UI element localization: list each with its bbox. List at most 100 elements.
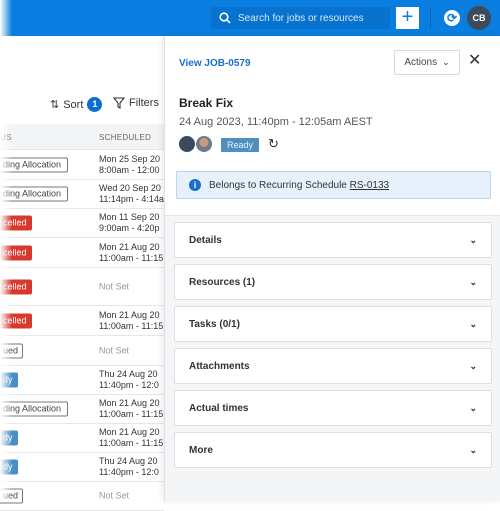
avatar[interactable]: CB [467,6,491,30]
table-row[interactable]: celled Mon 21 Aug 20 11:00am - 11:15 [0,306,164,336]
chevron-down-icon: ⌄ [469,276,477,287]
edge-fade [0,0,12,501]
sort-label: Sort [63,98,84,111]
table-row[interactable]: dy Thu 24 Aug 2011:40pm - 12:0 [0,366,164,395]
scheduled-date: Mon 11 Sep 20 [99,212,160,222]
scheduled-cell: Not Set [99,491,164,502]
accordion-label: Resources (1) [189,276,256,288]
accordion-label: Attachments [189,360,250,372]
scheduled-date: Thu 24 Aug 20 [99,456,158,466]
scheduled-cell: Mon 21 Aug 20 11:00am - 11:15 [99,427,164,449]
scheduled-time: 11:40pm - 12:0 [99,467,159,477]
scheduled-time: 11:00am - 11:15 [99,409,164,419]
table-row[interactable]: celled Not Set [0,268,164,306]
accordion-tasks[interactable]: Tasks (0/1) ⌄ [174,306,492,342]
chevron-down-icon: ⌄ [469,360,477,371]
search-input[interactable]: Search for jobs or resources [211,7,390,29]
scheduled-cell: Not Set [99,345,164,356]
chevron-down-icon: ⌄ [469,318,477,329]
scheduled-cell: Mon 25 Sep 20 8:00am - 12:00 [99,154,164,176]
accordion-attachments[interactable]: Attachments ⌄ [174,348,492,384]
search-placeholder: Search for jobs or resources [238,12,364,24]
table-row[interactable]: ued Not Set [0,336,164,366]
scheduled-time: 11:14pm - 4:14a [99,194,164,204]
table-row[interactable]: dy Thu 24 Aug 2011:40pm - 12:0 [0,453,164,482]
chevron-down-icon: ⌄ [442,57,450,67]
scheduled-time: 11:00am - 11:15 [99,252,164,263]
divider [430,7,431,29]
avatar [196,136,212,152]
scheduled-cell: Not Set [99,281,164,292]
scheduled-time: 11:40pm - 12:0 [99,380,159,390]
status-badge: Ready [221,138,260,152]
accordion-more[interactable]: More ⌄ [174,432,492,468]
actions-dropdown[interactable]: Actions ⌄ [394,50,460,75]
scheduled-date: Mon 21 Aug 20 [99,309,160,320]
filters-label: Filters [129,97,159,109]
scheduled-time: 11:00am - 11:15 [99,320,164,331]
table-header: US SCHEDULED [0,124,164,150]
scheduled-cell: Thu 24 Aug 20 11:40pm - 12:0 [99,369,164,391]
table-row[interactable]: ding Allocation Mon 25 Sep 20 8:00am - 12… [0,151,164,180]
scheduled-time: 8:00am - 12:00 [99,165,160,175]
add-button[interactable]: + [396,7,419,29]
job-title: Break Fix [179,96,234,110]
table-row[interactable]: ding Allocation Wed 20 Sep 20 11:14pm - 4… [0,180,164,209]
scheduled-cell: Wed 20 Sep 20 11:14pm - 4:14a [99,183,164,205]
laptop-icon [179,136,195,152]
accordion-resources[interactable]: Resources (1) ⌄ [174,264,492,300]
sort-icon: ⇅ [50,99,60,111]
table-row[interactable]: celled Mon 21 Aug 20 11:00am - 11:15 [0,238,164,268]
job-detail-panel: View JOB-0579 Actions ⌄ ✕ Break Fix 24 Au… [164,36,500,501]
close-icon[interactable]: ✕ [468,50,481,70]
scheduled-date: Not Set [99,345,130,355]
scheduled-date: Not Set [99,281,130,291]
resource-avatars [179,136,212,152]
accordion-list: Details ⌄ Resources (1) ⌄ Tasks (0/1) ⌄ Attach… [165,215,500,501]
scheduled-date: Mon 21 Aug 20 [99,398,160,408]
accordion-label: Tasks (0/1) [189,318,240,330]
job-date: 24 Aug 2023, 11:40pm - 12:05am AEST [179,116,373,128]
accordion-actual-times[interactable]: Actual times ⌄ [174,390,492,426]
chevron-down-icon: ⌄ [469,402,477,413]
actions-label: Actions [404,57,438,68]
scheduled-cell: Mon 21 Aug 20 11:00am - 11:15 [99,310,164,332]
sort-count-badge: 1 [87,97,103,112]
recurring-info-banner: i Belongs to Recurring Schedule RS-0133 [176,171,491,199]
search-icon [219,12,231,24]
scheduled-time: 9:00am - 4:20p [99,223,160,233]
info-text: Belongs to Recurring Schedule [209,179,350,191]
sync-icon[interactable]: ⟳ [444,10,460,26]
chevron-down-icon: ⌄ [469,234,477,245]
accordion-details[interactable]: Details ⌄ [174,222,492,258]
scheduled-date: Thu 24 Aug 20 [99,369,158,379]
table-row[interactable]: ued Not Set [0,482,164,511]
scheduled-date: Mon 21 Aug 20 [99,241,160,252]
scheduled-time: 11:00am - 11:15 [99,438,164,448]
plus-icon: + [401,6,414,28]
filter-icon [113,97,125,109]
table-row[interactable]: dy Mon 21 Aug 2011:00am - 11:15 [0,424,164,453]
top-bar: Search for jobs or resources + ⟳ CB [0,0,500,36]
accordion-label: Actual times [189,402,249,414]
scheduled-cell: Mon 21 Aug 20 11:00am - 11:15 [99,242,164,264]
table-row[interactable]: ding Allocation Mon 21 Aug 20 11:00am - 1… [0,395,164,424]
scheduled-cell: Mon 21 Aug 20 11:00am - 11:15 [99,398,164,420]
scheduled-date: Mon 25 Sep 20 [99,154,161,164]
info-icon: i [189,179,201,191]
sort-button[interactable]: ⇅ Sort 1 [50,97,103,112]
view-job-link[interactable]: View JOB-0579 [179,58,251,69]
column-scheduled[interactable]: SCHEDULED [99,133,151,142]
accordion-label: Details [189,234,222,246]
scheduled-cell: Thu 24 Aug 20 11:40pm - 12:0 [99,456,164,478]
scheduled-date: Mon 21 Aug 20 [99,427,160,437]
scheduled-cell: Mon 11 Sep 20 9:00am - 4:20p [99,212,164,234]
chevron-down-icon: ⌄ [469,444,477,455]
recurring-schedule-link[interactable]: RS-0133 [350,180,389,191]
accordion-label: More [189,444,213,456]
scheduled-date: Not Set [99,490,130,501]
refresh-icon[interactable]: ↻ [268,136,279,152]
filters-button[interactable]: Filters [113,97,159,109]
scheduled-date: Wed 20 Sep 20 [99,183,161,193]
table-row[interactable]: celled Mon 11 Sep 20 9:00am - 4:20p [0,209,164,238]
